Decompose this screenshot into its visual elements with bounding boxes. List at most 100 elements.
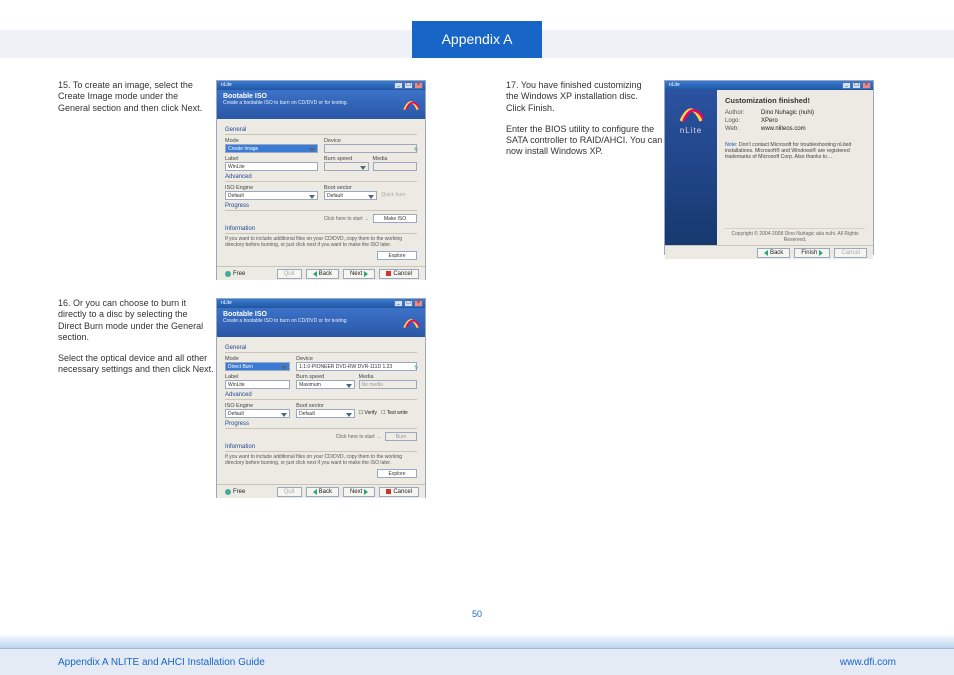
minimize-icon[interactable]: _	[842, 82, 851, 89]
free-icon	[225, 271, 231, 277]
chevron-left-icon	[313, 489, 317, 495]
stop-icon	[386, 271, 391, 276]
content-area: 15. To create an image, select the Creat…	[58, 80, 896, 610]
cancel-button[interactable]: Cancel	[379, 269, 419, 279]
left-column: 15. To create an image, select the Creat…	[58, 80, 458, 516]
finish-main: Customization finished! Author:Dino Nuha…	[717, 90, 873, 245]
step-17: 17. You have finished customizing the Wi…	[506, 80, 906, 255]
window-footer: Back Finish Cancel	[665, 245, 873, 259]
make-iso-button[interactable]: Make ISO	[373, 214, 417, 223]
chevron-left-icon	[313, 271, 317, 277]
explore-button[interactable]: Explore	[377, 469, 417, 478]
minimize-icon[interactable]: _	[394, 300, 403, 307]
nlite-window-direct-burn: nLite _ ☐ × Bootable ISO Create a bootab…	[216, 298, 426, 498]
device-dropdown[interactable]	[324, 144, 417, 153]
titlebar-text: nLite	[221, 82, 232, 88]
isoengine-dropdown[interactable]: Default	[225, 191, 318, 200]
media-display	[373, 162, 418, 171]
info-text: If you want to include additional files …	[225, 455, 417, 466]
step-15-text: 15. To create an image, select the Creat…	[58, 80, 216, 114]
back-button[interactable]: Back	[757, 248, 790, 258]
mode-dropdown[interactable]: Create Image	[225, 144, 318, 153]
info-text: If you want to include additional files …	[225, 237, 417, 248]
chevron-right-icon	[819, 250, 823, 256]
isoengine-dropdown[interactable]: Default	[225, 409, 290, 418]
group-advanced: Advanced	[225, 392, 417, 398]
finish-sidebar: nLite	[665, 90, 717, 245]
minimize-icon[interactable]: _	[394, 82, 403, 89]
titlebar-text: nLite	[669, 82, 680, 88]
group-general: General	[225, 345, 417, 351]
step-17-extra: Enter the BIOS utility to configure the …	[506, 124, 664, 158]
step-15-para: To create an image, select the Create Im…	[58, 80, 202, 113]
burnspeed-dropdown[interactable]	[324, 162, 369, 171]
step-17-num: 17.	[506, 80, 519, 90]
next-button[interactable]: Next	[343, 487, 375, 497]
start-hint: Click here to start →	[324, 216, 369, 222]
checkbox-verify[interactable]: ☐ Verify	[359, 410, 377, 418]
nlite-logo-icon	[401, 93, 421, 113]
appendix-tab: Appendix A	[412, 21, 542, 58]
chevron-left-icon	[764, 250, 768, 256]
window-header: Bootable ISO Create a bootable ISO to bu…	[217, 90, 425, 119]
quit-button[interactable]: Quit	[277, 269, 302, 279]
close-icon[interactable]: ×	[414, 82, 423, 89]
footer-right: www.dfi.com	[840, 657, 896, 668]
group-advanced: Advanced	[225, 174, 417, 180]
next-button[interactable]: Next	[343, 269, 375, 279]
page-number: 50	[0, 609, 954, 619]
checkbox-testwrite[interactable]: ☐ Test write	[381, 410, 408, 418]
group-progress: Progress	[225, 421, 417, 427]
boot-dropdown[interactable]: Default	[324, 191, 377, 200]
window-subtitle: Create a bootable ISO to burn on CD/DVD …	[223, 100, 419, 106]
window-body: General Mode Direct Burn Device 1:1:0-PI…	[217, 337, 425, 484]
finish-button[interactable]: Finish	[794, 248, 830, 258]
window-header: Bootable ISO Create a bootable ISO to bu…	[217, 308, 425, 337]
nlite-logo-icon	[401, 311, 421, 331]
chevron-right-icon	[364, 271, 368, 277]
cancel-button[interactable]: Cancel	[834, 248, 867, 258]
step-15: 15. To create an image, select the Creat…	[58, 80, 458, 280]
back-button[interactable]: Back	[306, 487, 339, 497]
finish-body: nLite Customization finished! Author:Din…	[665, 90, 873, 245]
close-icon[interactable]: ×	[414, 300, 423, 307]
label-quickburn: Quick burn	[381, 185, 417, 200]
maximize-icon[interactable]: ☐	[404, 82, 413, 89]
logo-value: XPero	[761, 118, 865, 124]
titlebar: nLite _ ☐ ×	[217, 299, 425, 308]
chevron-right-icon	[364, 489, 368, 495]
quit-button[interactable]: Quit	[277, 487, 302, 497]
window-subtitle: Create a bootable ISO to burn on CD/DVD …	[223, 318, 419, 324]
nlite-logo-icon	[676, 96, 706, 128]
finish-note: Note: Don't contact Microsoft for troubl…	[725, 142, 865, 161]
burnspeed-dropdown[interactable]: Maximum	[296, 380, 354, 389]
maximize-icon[interactable]: ☐	[852, 82, 861, 89]
step-16-text: 16. Or you can choose to burn it directl…	[58, 298, 216, 343]
back-button[interactable]: Back	[306, 269, 339, 279]
burn-button[interactable]: Burn	[385, 432, 417, 441]
titlebar-text: nLite	[221, 300, 232, 306]
explore-button[interactable]: Explore	[377, 251, 417, 260]
close-icon[interactable]: ×	[862, 82, 871, 89]
cancel-button[interactable]: Cancel	[379, 487, 419, 497]
window-footer: Free Quit Back Next Cancel	[217, 484, 425, 498]
free-icon	[225, 489, 231, 495]
mode-dropdown[interactable]: Direct Burn	[225, 362, 290, 371]
stop-icon	[386, 489, 391, 494]
boot-dropdown[interactable]: Default	[296, 409, 354, 418]
finish-heading: Customization finished!	[725, 96, 865, 105]
maximize-icon[interactable]: ☐	[404, 300, 413, 307]
label-input[interactable]: WinLite	[225, 380, 290, 389]
group-progress: Progress	[225, 203, 417, 209]
step-16-extra: Select the optical device and all other …	[58, 353, 216, 376]
footer-free: Free	[225, 489, 245, 495]
window-body: General Mode Create Image Device Label W…	[217, 119, 425, 266]
device-dropdown[interactable]: 1:1:0-PIONEER DVD-RW DVR-111D 1.23	[296, 362, 417, 371]
footer-bar: Appendix A NLITE and AHCI Installation G…	[0, 649, 954, 675]
label-input[interactable]: WinLite	[225, 162, 318, 171]
web-label: Web:	[725, 126, 761, 132]
group-general: General	[225, 127, 417, 133]
author-value: Dino Nuhagic (nuhi)	[761, 110, 865, 116]
start-hint: Click here to start →	[336, 434, 381, 440]
nlite-window-create-image: nLite _ ☐ × Bootable ISO Create a bootab…	[216, 80, 426, 280]
